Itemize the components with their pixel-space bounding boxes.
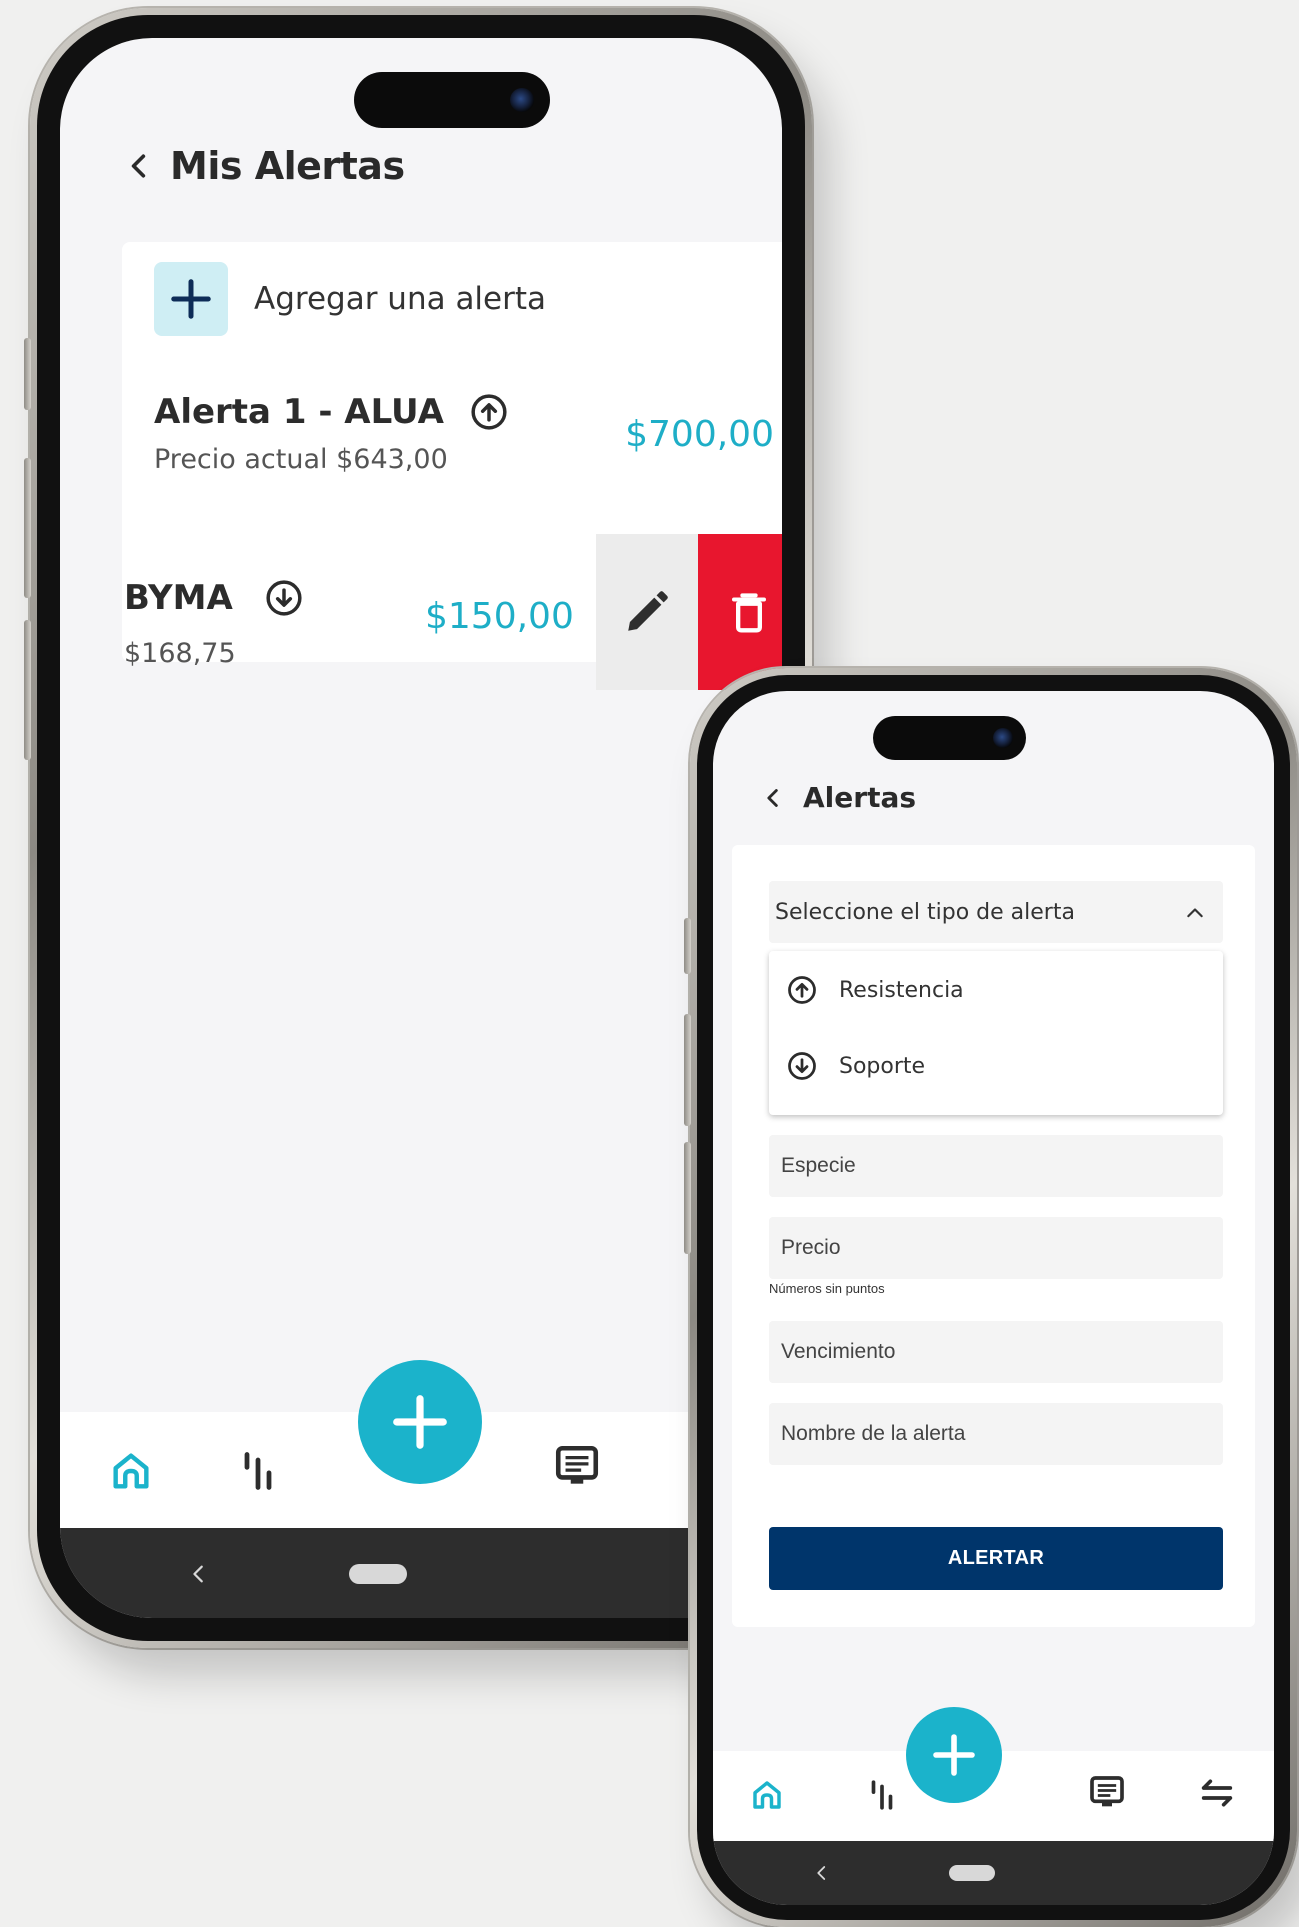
chart-icon[interactable] bbox=[865, 1777, 899, 1813]
target-price: $150,00 bbox=[425, 596, 574, 637]
nombre-alerta-input[interactable]: Nombre de la alerta bbox=[769, 1403, 1223, 1465]
precio-input[interactable]: Precio bbox=[769, 1217, 1223, 1279]
home-icon[interactable] bbox=[749, 1777, 785, 1813]
option-resistencia[interactable]: Resistencia bbox=[787, 975, 964, 1005]
system-nav-bar bbox=[713, 1841, 1274, 1905]
screen-alertas: Alertas Seleccione el tipo de alerta Res… bbox=[713, 691, 1274, 1905]
vencimiento-input[interactable]: Vencimiento bbox=[769, 1321, 1223, 1383]
arrow-up-circle-icon bbox=[471, 394, 507, 430]
home-pill[interactable] bbox=[349, 1564, 407, 1584]
terminal-icon[interactable] bbox=[1087, 1773, 1127, 1813]
edit-alert-button[interactable] bbox=[596, 534, 698, 690]
fab-plus-icon bbox=[393, 1395, 447, 1449]
phone-alertas-form: Alertas Seleccione el tipo de alerta Res… bbox=[684, 668, 1297, 1927]
target-price: $700,00 bbox=[625, 414, 774, 455]
chart-icon[interactable] bbox=[236, 1448, 280, 1494]
add-alert-row[interactable]: Agregar una alerta bbox=[154, 262, 546, 336]
side-button bbox=[24, 620, 31, 760]
page-header: Mis Alertas bbox=[126, 144, 405, 188]
alert-type-menu: Resistencia Soporte bbox=[769, 951, 1223, 1115]
option-label: Resistencia bbox=[839, 977, 964, 1003]
arrow-down-circle-icon bbox=[266, 580, 302, 616]
home-pill[interactable] bbox=[949, 1865, 995, 1881]
alert-item-swiped[interactable]: BYMA $168,75 $150,00 bbox=[122, 534, 782, 690]
dynamic-island bbox=[873, 716, 1026, 760]
page-title: Mis Alertas bbox=[170, 144, 405, 188]
pencil-icon bbox=[628, 591, 668, 631]
camera-icon bbox=[993, 728, 1013, 748]
alert-name: Alerta 1 - ALUA bbox=[154, 392, 444, 432]
back-icon[interactable] bbox=[188, 1562, 210, 1586]
alert-type-select[interactable]: Seleccione el tipo de alerta bbox=[769, 881, 1223, 943]
page-header: Alertas bbox=[763, 781, 916, 814]
fab-plus-button[interactable] bbox=[906, 1707, 1002, 1803]
home-icon[interactable] bbox=[108, 1448, 154, 1494]
screen-mis-alertas: Mis Alertas Agregar una alerta Alerta 1 … bbox=[60, 38, 782, 1618]
side-button bbox=[684, 1014, 691, 1126]
side-button bbox=[684, 1142, 691, 1254]
alertar-button[interactable]: ALERTAR bbox=[769, 1527, 1223, 1590]
option-label: Soporte bbox=[839, 1053, 926, 1079]
page-title: Alertas bbox=[803, 781, 917, 814]
swap-icon[interactable] bbox=[1197, 1773, 1237, 1813]
trash-icon bbox=[732, 593, 766, 633]
delete-alert-button[interactable] bbox=[698, 534, 782, 690]
add-alert-label: Agregar una alerta bbox=[254, 281, 547, 317]
terminal-icon[interactable] bbox=[552, 1442, 602, 1492]
add-alert-button[interactable] bbox=[154, 262, 228, 336]
precio-hint: Números sin puntos bbox=[769, 1281, 885, 1296]
camera-icon bbox=[510, 88, 534, 112]
chevron-left-icon[interactable] bbox=[763, 787, 783, 809]
side-button bbox=[24, 458, 31, 598]
alerts-card: Agregar una alerta Alerta 1 - ALUA Preci… bbox=[122, 242, 782, 690]
dynamic-island bbox=[354, 72, 550, 128]
system-nav-bar bbox=[60, 1528, 782, 1618]
option-soporte[interactable]: Soporte bbox=[787, 1051, 925, 1081]
arrow-down-circle-icon bbox=[788, 1052, 816, 1080]
current-price: $168,75 bbox=[124, 638, 236, 669]
alert-form: Seleccione el tipo de alerta Resistencia bbox=[732, 845, 1255, 1627]
fab-plus-button[interactable] bbox=[358, 1360, 482, 1484]
side-button bbox=[24, 338, 31, 410]
especie-input[interactable]: Especie bbox=[769, 1135, 1223, 1197]
chevron-up-icon bbox=[1187, 908, 1203, 918]
back-icon[interactable] bbox=[813, 1863, 831, 1883]
side-button bbox=[684, 918, 691, 974]
chevron-left-icon[interactable] bbox=[126, 153, 152, 179]
plus-icon bbox=[171, 279, 211, 319]
alert-item[interactable]: Alerta 1 - ALUA Precio actual $643,00 $7… bbox=[154, 392, 774, 475]
alert-name: BYMA bbox=[124, 578, 233, 618]
fab-plus-icon bbox=[933, 1734, 975, 1776]
alert-type-select-label: Seleccione el tipo de alerta bbox=[775, 899, 1075, 925]
arrow-up-circle-icon bbox=[788, 976, 816, 1004]
